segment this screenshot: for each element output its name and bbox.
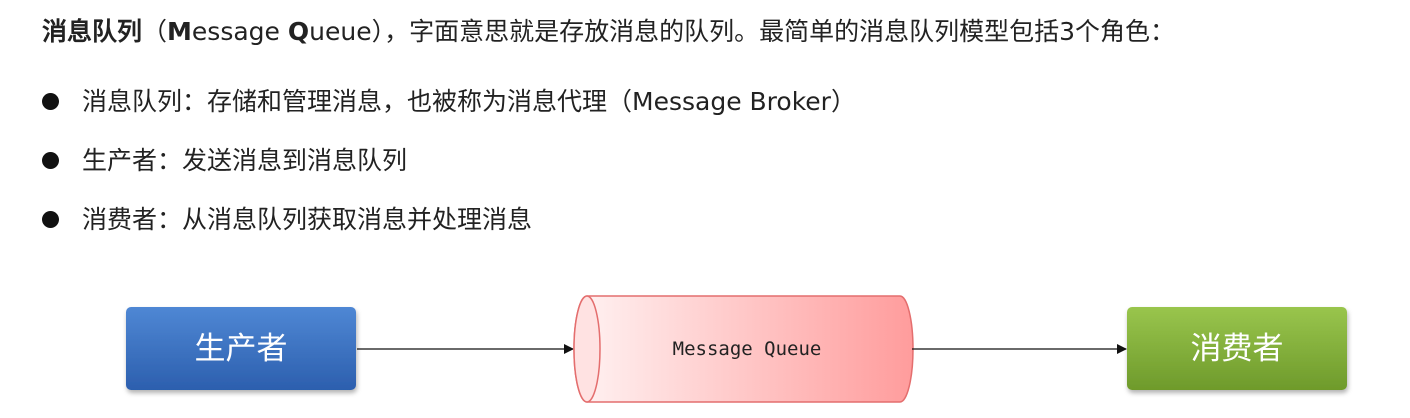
consumer-label: 消费者 <box>1191 331 1284 367</box>
consumer-node: 消费者 <box>1127 307 1347 390</box>
producer-node: 生产者 <box>126 307 356 390</box>
message-queue-diagram: 生产者 Message Queue 消费者 <box>126 295 1347 403</box>
producer-label: 生产者 <box>195 331 288 367</box>
queue-cylinder-cap <box>573 295 601 403</box>
queue-label: Message Queue <box>673 338 822 360</box>
queue-node: Message Queue <box>573 295 914 403</box>
